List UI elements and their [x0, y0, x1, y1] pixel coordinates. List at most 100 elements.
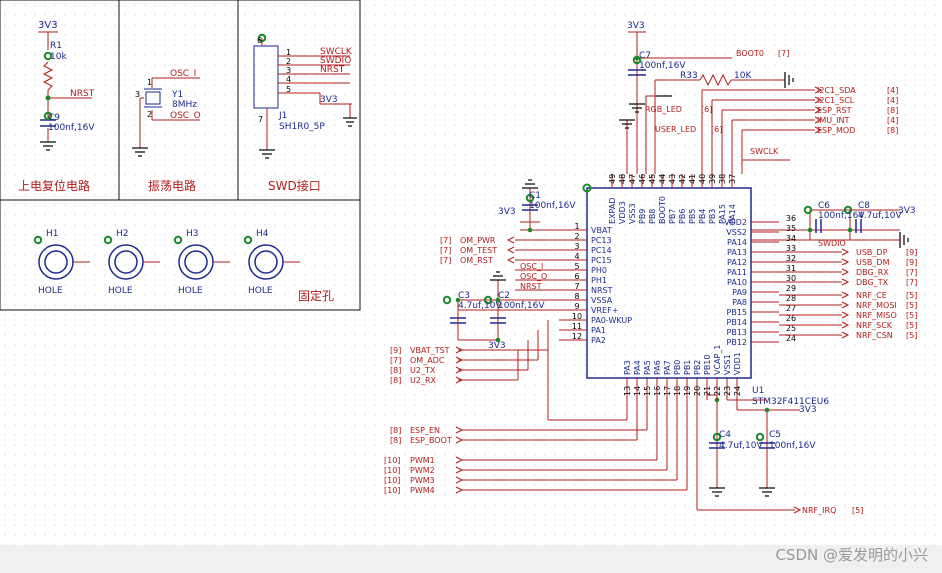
- j1-pin-1: 1: [286, 48, 291, 57]
- pin-number: 42: [678, 174, 687, 184]
- pin-number: 39: [708, 174, 717, 184]
- pin-number: 12: [572, 332, 582, 341]
- j1-pin-2: 2: [286, 57, 291, 66]
- j1-pin-4: 4: [286, 75, 291, 84]
- net-label: SWDIO: [818, 239, 846, 248]
- pin-name: VBAT: [591, 226, 612, 235]
- net-label: IMU_INT: [817, 116, 849, 125]
- net-label: PWM4: [410, 486, 435, 495]
- pin-name: VSS1: [723, 354, 732, 375]
- power-3v3-label: 3V3: [38, 20, 58, 31]
- pin-name: PA10: [727, 278, 747, 287]
- net-label: RGB_LED: [645, 105, 682, 114]
- vdd2-power-3v3: 3V3: [898, 206, 916, 216]
- c1-value: 100nf,16V: [529, 201, 576, 211]
- net-label: I2C1_SCL: [817, 96, 855, 105]
- pin-number: 43: [668, 174, 677, 184]
- pin-name: PB4: [698, 209, 707, 224]
- j1-ref: J1: [278, 111, 287, 121]
- pin-number: 44: [658, 174, 667, 184]
- net-label: OM_RST: [460, 256, 493, 265]
- net-tag: [7]: [906, 278, 917, 287]
- net-tag: [6]: [701, 105, 712, 114]
- pin-number: 21: [703, 386, 712, 396]
- r1-ref: R1: [50, 41, 62, 51]
- j1-pin-6: 6: [257, 36, 262, 45]
- net-tag: [8]: [390, 436, 401, 445]
- pin-name: VDD3: [618, 201, 627, 224]
- net-tag: [8]: [390, 426, 401, 435]
- pin-name: PA2: [591, 336, 606, 345]
- net-tag: [5]: [852, 506, 863, 515]
- net-label: U2_RX: [410, 376, 437, 385]
- pin-name: PH0: [591, 266, 607, 275]
- net-tag: [7]: [390, 356, 401, 365]
- panel-title-reset: 上电复位电路: [18, 178, 90, 193]
- schematic-sheet: 上电复位电路 振荡电路 SWD接口 固定孔 3V3 R1 10k NRST C9…: [0, 0, 942, 573]
- net-tag: [9]: [906, 258, 917, 267]
- c4-value: 4.7uf,10V: [719, 441, 763, 451]
- j1-pin-5: 5: [286, 85, 291, 94]
- h1-value: HOLE: [38, 286, 63, 296]
- net-label: OSC_O: [520, 272, 547, 281]
- pin-name: EXPAD: [608, 198, 617, 224]
- pin-number: 46: [638, 174, 647, 184]
- net-tag: [9]: [390, 346, 401, 355]
- net-tag: [7]: [440, 256, 451, 265]
- pin-number: 8: [574, 292, 579, 301]
- pin-name: PA3: [623, 360, 632, 375]
- net-tag: [5]: [906, 291, 917, 300]
- panel-title-holes: 固定孔: [298, 288, 334, 303]
- y1-pin-2: 2: [147, 110, 152, 119]
- net-label: DBG_RX: [856, 268, 889, 277]
- net-label: PWM2: [410, 466, 435, 475]
- j1-pin-7: 7: [258, 115, 263, 124]
- pin-number: 11: [572, 322, 582, 331]
- net-tag: [4]: [887, 116, 898, 125]
- c5-value: 100nf,16V: [769, 441, 816, 451]
- pin-name: BOOT0: [658, 196, 667, 224]
- net-label: NRF_CSN: [856, 331, 893, 340]
- pin-number: 13: [623, 386, 632, 396]
- pin-name: PA8: [732, 298, 747, 307]
- swd-net-nrst: NRST: [320, 65, 345, 75]
- net-tag: [8]: [390, 366, 401, 375]
- net-label: OM_TEST: [460, 246, 497, 255]
- net-label: OSC_I: [520, 262, 543, 271]
- net-tag: [4]: [887, 86, 898, 95]
- pin-name: PA0-WKUP: [591, 316, 632, 325]
- pin-name: PB13: [727, 328, 748, 337]
- net-tag: [5]: [906, 311, 917, 320]
- net-tag: [6]: [711, 125, 722, 134]
- c7-value: 100nf,16V: [639, 61, 686, 71]
- c1-ref: C1: [529, 191, 541, 201]
- pin-name: PC13: [591, 236, 612, 245]
- pin-number: 7: [574, 282, 579, 291]
- c2-ref: C2: [498, 291, 510, 301]
- pin-name: PA12: [727, 258, 747, 267]
- pin-number: 23: [723, 386, 732, 396]
- vdd1-power-3v3: 3V3: [799, 405, 817, 415]
- pin-number: 22: [713, 386, 722, 396]
- net-label: NRF_IRQ: [802, 506, 836, 515]
- pin-number: 2: [574, 232, 579, 241]
- vref-power-3v3: 3V3: [488, 341, 506, 351]
- pin-name: VSSA: [591, 296, 613, 305]
- mcu-value: STM32F411CEU6: [752, 397, 829, 407]
- pin-number: 9: [574, 302, 579, 311]
- pin-name: PA1: [591, 326, 606, 335]
- c2-value: 100nf,16V: [498, 301, 545, 311]
- pin-name: PB12: [727, 338, 748, 347]
- net-tag: [7]: [440, 246, 451, 255]
- pin-name: PB5: [688, 209, 697, 224]
- pin-number: 37: [728, 174, 737, 184]
- net-label: PWM3: [410, 476, 435, 485]
- net-label: NRF_MISO: [856, 311, 897, 320]
- pin-name: PC14: [591, 246, 612, 255]
- pin-name: PB15: [727, 308, 748, 317]
- net-tag: [10]: [384, 476, 400, 485]
- pin-name: PA9: [732, 288, 747, 297]
- net-label: NRF_MOSI: [856, 301, 897, 310]
- pin-number: 40: [698, 174, 707, 184]
- net-tag: [10]: [384, 486, 400, 495]
